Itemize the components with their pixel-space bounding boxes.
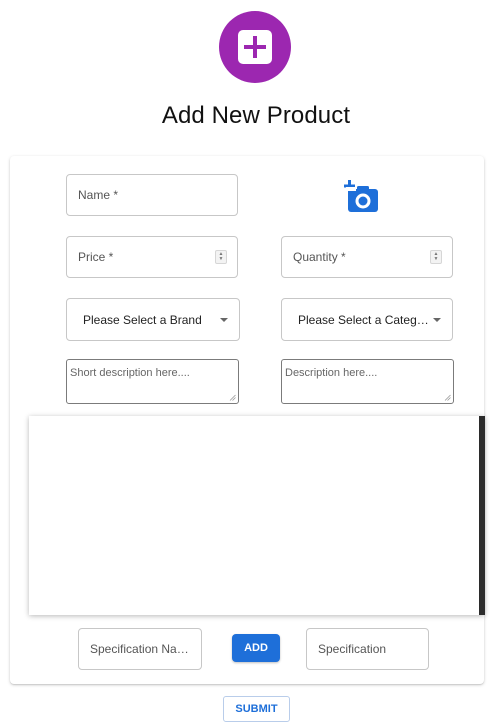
resize-grip-icon[interactable] [444,394,451,401]
description-textarea[interactable]: Description here.... [281,359,454,404]
short-description-placeholder: Short description here.... [70,367,190,379]
category-select[interactable]: Please Select a Categ… [281,298,453,341]
add-box-icon [219,11,291,83]
specification-name-field[interactable]: Specification Na… [78,628,202,670]
specification-field[interactable]: Specification [306,628,429,670]
brand-select[interactable]: Please Select a Brand [66,298,240,341]
short-description-textarea[interactable]: Short description here.... [66,359,239,404]
page-title: Add New Product [161,102,351,129]
submit-button[interactable]: SUBMIT [223,696,290,722]
resize-grip-icon[interactable] [229,394,236,401]
price-field[interactable]: Price * ▲ ▼ [66,236,238,278]
quantity-stepper[interactable]: ▲ ▼ [430,250,442,264]
chevron-down-icon [433,317,441,322]
specification-name-placeholder: Specification Na… [90,642,189,656]
brand-select-value: Please Select a Brand [83,312,202,327]
quantity-field[interactable]: Quantity * ▲ ▼ [281,236,453,278]
editor-area[interactable] [29,416,485,615]
chevron-down-icon [220,317,228,322]
price-placeholder: Price * [78,250,114,264]
price-stepper[interactable]: ▲ ▼ [215,250,227,264]
description-placeholder: Description here.... [285,367,378,379]
quantity-placeholder: Quantity * [293,250,346,264]
add-specification-button[interactable]: ADD [232,634,280,662]
add-a-photo-icon[interactable] [344,180,380,214]
add-product-page: Add New Product Name * Price * ▲ ▼ Quanti… [0,0,490,722]
plus-square-glyph [238,30,272,64]
name-placeholder: Name * [78,188,119,202]
category-select-value: Please Select a Categ… [298,312,429,327]
specification-placeholder: Specification [318,642,387,656]
editor-scrollbar[interactable] [479,416,485,615]
name-field[interactable]: Name * [66,174,238,216]
